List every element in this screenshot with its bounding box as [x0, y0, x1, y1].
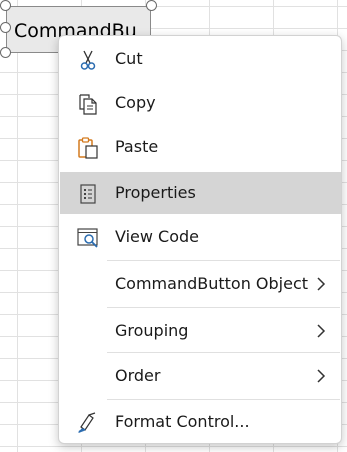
view-code-icon — [76, 226, 100, 250]
properties-icon — [76, 182, 100, 206]
menu-item-grouping[interactable]: Grouping — [60, 310, 341, 352]
menu-item-label: Format Control... — [115, 412, 250, 431]
format-control-icon — [76, 411, 100, 435]
chevron-right-icon — [315, 368, 327, 384]
resize-handle-top-left[interactable] — [0, 0, 11, 11]
menu-item-label: View Code — [115, 227, 200, 246]
menu-item-label: Order — [115, 366, 161, 385]
menu-separator — [107, 399, 340, 400]
menu-item-label: Properties — [115, 183, 196, 202]
menu-separator — [107, 260, 340, 261]
menu-item-cut[interactable]: Cut — [60, 38, 341, 80]
menu-item-commandbutton-object[interactable]: CommandButton Object — [60, 263, 341, 305]
resize-handle-top-right[interactable] — [146, 0, 157, 11]
copy-icon — [76, 92, 100, 116]
menu-item-view-code[interactable]: View Code — [60, 216, 341, 258]
menu-item-label: Copy — [115, 93, 156, 112]
menu-separator — [107, 307, 340, 308]
menu-item-paste[interactable]: Paste — [60, 126, 341, 168]
menu-item-label: CommandButton Object — [115, 274, 309, 293]
menu-item-order[interactable]: Order — [60, 355, 341, 397]
paste-icon — [76, 136, 100, 160]
menu-item-copy[interactable]: Copy — [60, 82, 341, 124]
menu-item-label: Cut — [115, 49, 143, 68]
menu-item-label: Paste — [115, 137, 159, 156]
menu-item-format-control[interactable]: Format Control... — [60, 401, 341, 443]
menu-separator — [107, 352, 340, 353]
resize-handle-bottom-left[interactable] — [0, 47, 11, 58]
context-menu: Cut Copy Paste Properties View Code Comm… — [58, 35, 342, 444]
menu-item-properties[interactable]: Properties — [60, 172, 341, 214]
scissors-icon — [76, 48, 100, 72]
chevron-right-icon — [315, 323, 327, 339]
resize-handle-middle-left[interactable] — [0, 22, 11, 33]
chevron-right-icon — [315, 276, 327, 292]
menu-item-label: Grouping — [115, 321, 189, 340]
